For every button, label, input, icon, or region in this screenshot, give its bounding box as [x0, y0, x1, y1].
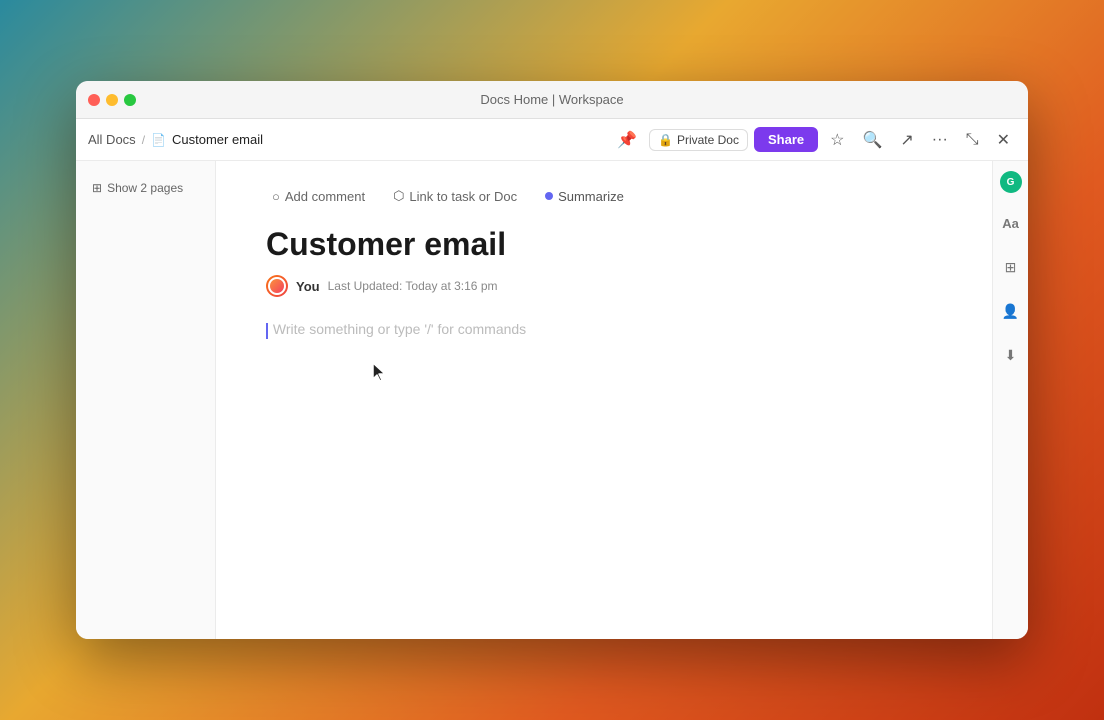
breadcrumb: All Docs / 📄 Customer email	[88, 132, 605, 147]
window-title: Docs Home | Workspace	[480, 92, 623, 107]
private-doc-button[interactable]: 🔒 Private Doc	[649, 129, 748, 151]
summarize-label: Summarize	[558, 189, 624, 204]
content-area[interactable]: ○ Add comment ⬡ Link to task or Doc Summ…	[216, 161, 992, 639]
star-icon[interactable]: ☆	[824, 126, 850, 154]
link-icon: ⬡	[393, 188, 404, 204]
breadcrumb-parent[interactable]: All Docs	[88, 132, 136, 147]
window-controls	[88, 94, 136, 106]
doc-meta: You Last Updated: Today at 3:16 pm	[266, 275, 952, 297]
summarize-dot	[545, 192, 553, 200]
private-doc-label: Private Doc	[677, 133, 739, 147]
toolbar-right: 📌 🔒 Private Doc Share ☆ 🔍 ↗ ··· ⤡ ✕	[611, 126, 1016, 154]
show-pages-label: Show 2 pages	[107, 181, 183, 195]
search-icon[interactable]: 🔍	[856, 126, 888, 154]
pages-icon: ⊞	[92, 181, 102, 195]
lock-icon: 🔒	[658, 133, 673, 147]
editor-placeholder-text: Write something or type '/' for commands	[273, 321, 526, 337]
summarize-button[interactable]: Summarize	[539, 186, 630, 207]
add-comment-button[interactable]: ○ Add comment	[266, 186, 371, 207]
add-comment-label: Add comment	[285, 189, 365, 204]
export-icon[interactable]: ↗	[894, 126, 919, 154]
doc-title: Customer email	[266, 225, 952, 263]
breadcrumb-current: Customer email	[172, 132, 263, 147]
toolbar: All Docs / 📄 Customer email 📌 🔒 Private …	[76, 119, 1028, 161]
maximize-button[interactable]	[124, 94, 136, 106]
collapse-icon[interactable]: ⤡	[960, 127, 985, 153]
avatar	[266, 275, 288, 297]
doc-icon: 📄	[151, 133, 166, 147]
left-sidebar: ⊞ Show 2 pages	[76, 161, 216, 639]
minimize-button[interactable]	[106, 94, 118, 106]
app-window: Docs Home | Workspace All Docs / 📄 Custo…	[76, 81, 1028, 639]
doc-author: You	[296, 279, 320, 294]
main-layout: ⊞ Show 2 pages ○ Add comment ⬡ Link to t…	[76, 161, 1028, 639]
right-sidebar: G Aa ⊞ 👤 ⬇	[992, 161, 1028, 639]
users-icon[interactable]: 👤	[997, 297, 1025, 325]
show-pages-button[interactable]: ⊞ Show 2 pages	[86, 177, 189, 199]
doc-last-updated: Last Updated: Today at 3:16 pm	[328, 279, 498, 293]
online-users-indicator[interactable]: G	[1000, 171, 1022, 193]
layout-icon[interactable]: ⊞	[997, 253, 1025, 281]
close-button[interactable]	[88, 94, 100, 106]
link-task-label: Link to task or Doc	[409, 189, 517, 204]
online-count: G	[1007, 177, 1015, 188]
close-icon[interactable]: ✕	[991, 126, 1016, 154]
more-options-icon[interactable]: ···	[926, 127, 954, 153]
link-task-button[interactable]: ⬡ Link to task or Doc	[387, 185, 523, 207]
text-format-icon[interactable]: Aa	[997, 209, 1025, 237]
download-icon[interactable]: ⬇	[997, 341, 1025, 369]
share-button[interactable]: Share	[754, 127, 818, 152]
breadcrumb-separator: /	[142, 133, 145, 147]
titlebar: Docs Home | Workspace	[76, 81, 1028, 119]
pin-icon[interactable]: 📌	[611, 126, 643, 154]
doc-actions: ○ Add comment ⬡ Link to task or Doc Summ…	[266, 185, 952, 207]
comment-icon: ○	[272, 189, 280, 204]
mouse-cursor	[371, 361, 391, 385]
editor-area[interactable]: Write something or type '/' for commands	[266, 321, 952, 338]
text-cursor	[266, 323, 268, 339]
avatar-image	[268, 277, 286, 295]
